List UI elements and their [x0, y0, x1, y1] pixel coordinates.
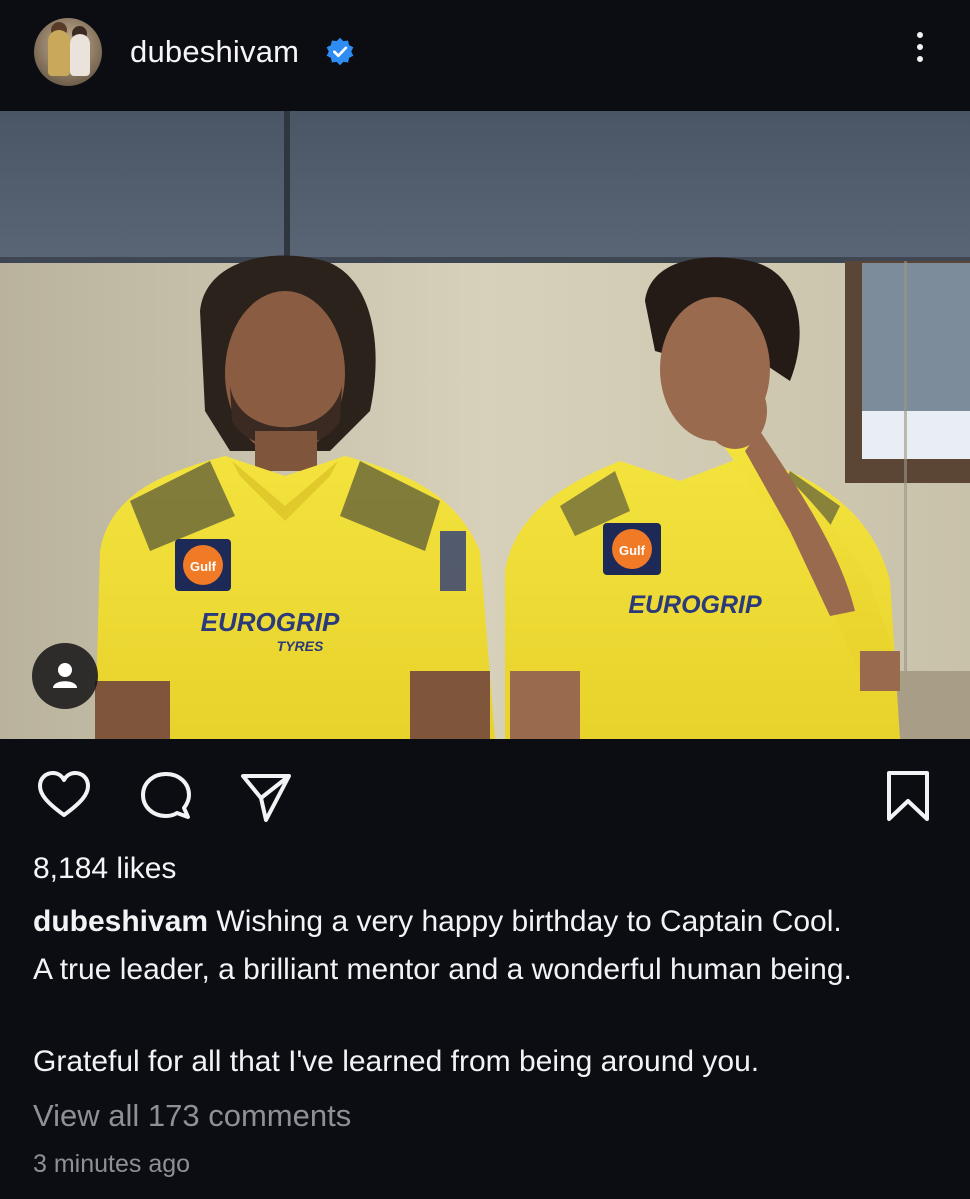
tagged-user-icon[interactable] [32, 643, 98, 709]
jersey-text: EUROGRIP [628, 591, 762, 619]
caption-text: Wishing a very happy birthday to Captain… [216, 905, 842, 938]
post-username[interactable]: dubeshivam [130, 34, 299, 70]
heart-icon[interactable] [36, 768, 92, 824]
profile-avatar[interactable] [34, 18, 102, 86]
avatar-figure [48, 30, 70, 76]
post-timestamp: 3 minutes ago [33, 1150, 191, 1178]
post-header: dubeshivam [0, 0, 970, 110]
jersey-text: EUROGRIP [201, 607, 340, 637]
caption-username[interactable]: dubeshivam [33, 905, 208, 938]
post-photo[interactable]: Gulf EUROGRIP TYRES Gulf EUROGRIP [0, 111, 970, 739]
verified-badge-icon [326, 37, 354, 66]
more-options-icon[interactable] [905, 32, 935, 72]
view-comments-link[interactable]: View all 173 comments [33, 1098, 351, 1134]
photo-illustration: Gulf EUROGRIP TYRES Gulf EUROGRIP [0, 111, 970, 739]
share-icon[interactable] [238, 768, 294, 824]
jersey-subtext: TYRES [277, 638, 324, 654]
action-bar [0, 760, 970, 830]
likes-count[interactable]: 8,184 likes [33, 852, 176, 886]
bookmark-icon[interactable] [880, 768, 936, 824]
sponsor-logo-text: Gulf [619, 543, 646, 558]
caption-text: A true leader, a brilliant mentor and a … [33, 953, 852, 986]
avatar-figure [70, 34, 90, 76]
sponsor-logo-text: Gulf [190, 559, 217, 574]
comment-icon[interactable] [138, 768, 194, 824]
post-caption: dubeshivam Wishing a very happy birthday… [33, 898, 943, 1086]
caption-text: Grateful for all that I've learned from … [33, 1045, 760, 1078]
